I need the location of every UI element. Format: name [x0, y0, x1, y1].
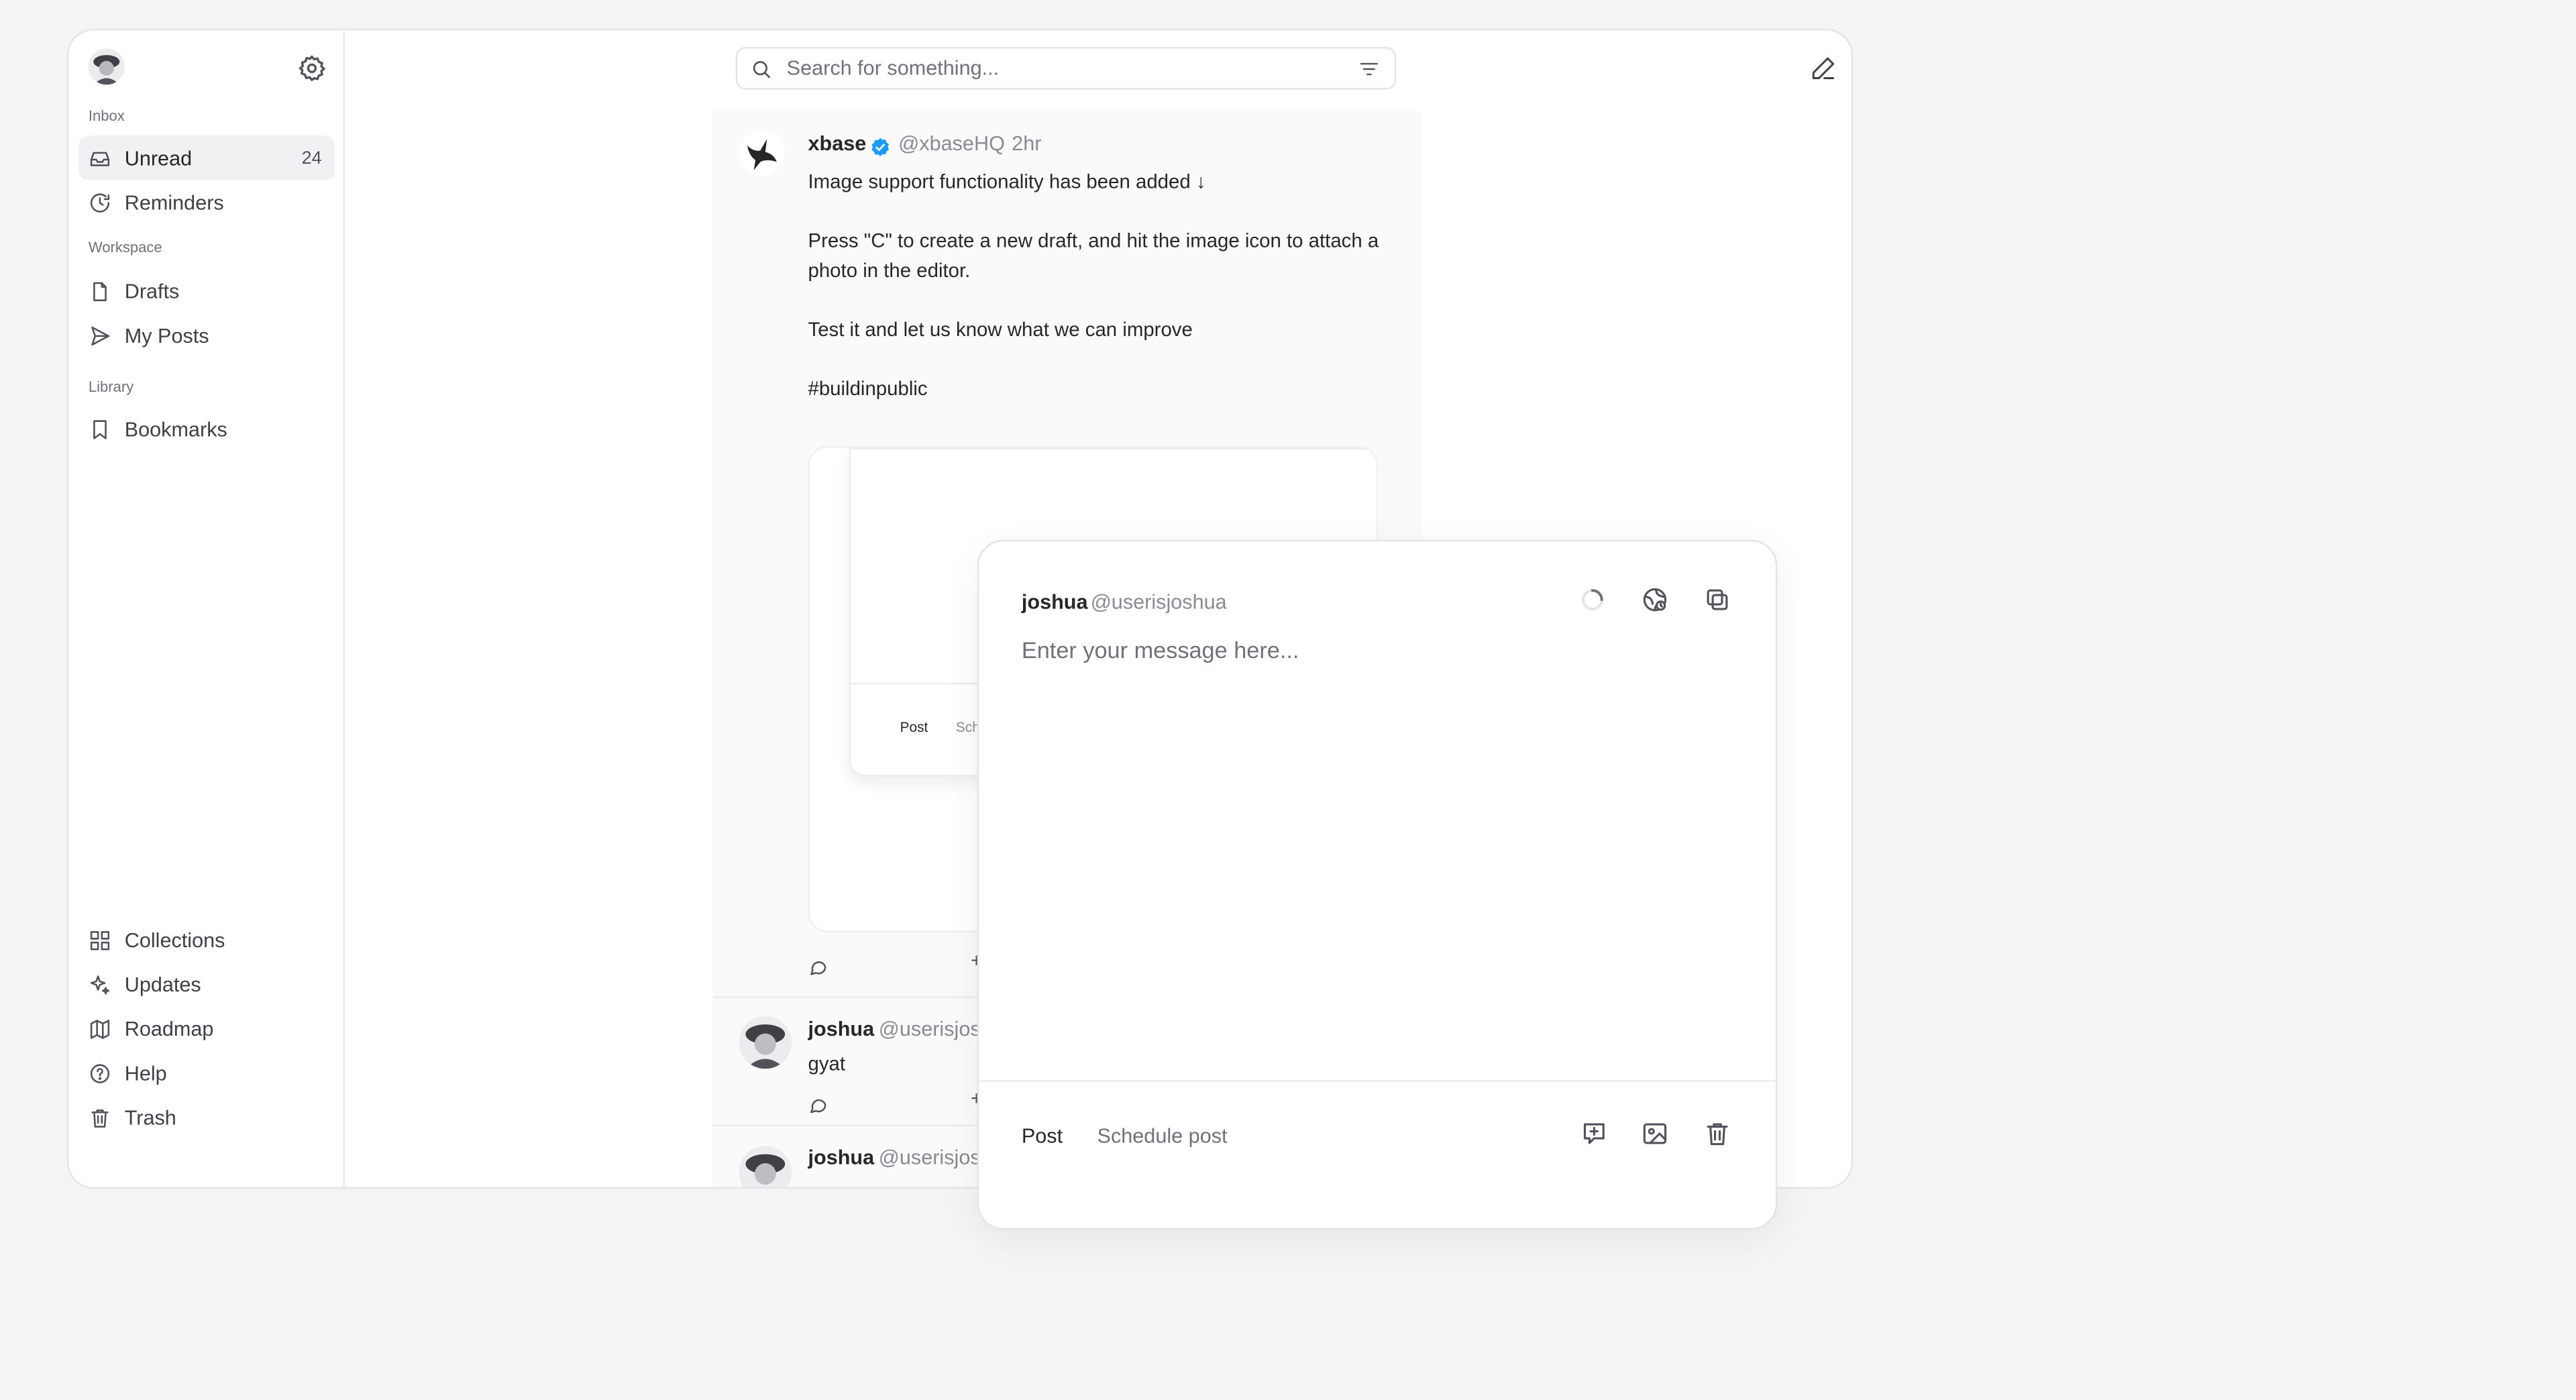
post-handle[interactable]: @userisjosh: [879, 1146, 992, 1169]
post-button[interactable]: Post: [1022, 1124, 1063, 1147]
search-icon: [751, 58, 772, 79]
joshua-avatar[interactable]: [739, 1146, 792, 1187]
sidebar-item-label: Unread: [124, 146, 193, 170]
post-paragraph: Press "C" to create a new draft, and hit…: [808, 229, 1379, 282]
reply-icon[interactable]: [808, 1093, 827, 1114]
help-icon: [89, 1061, 111, 1084]
composer-handle: @userisjoshua: [1090, 590, 1227, 614]
joshua-avatar[interactable]: [739, 1016, 792, 1069]
post-handle[interactable]: @userisjosh: [879, 1018, 992, 1040]
clock-icon: [89, 191, 111, 213]
image-icon[interactable]: [1641, 1120, 1669, 1148]
unread-count-badge: 24: [301, 148, 322, 168]
add-comment-icon[interactable]: [1580, 1120, 1609, 1148]
duplicate-icon[interactable]: [1703, 586, 1731, 614]
post-handle[interactable]: @xbaseHQ: [898, 132, 1005, 155]
sidebar-item-trash[interactable]: Trash: [78, 1095, 335, 1139]
composer-divider: [979, 1080, 1776, 1082]
grid-icon: [89, 928, 111, 951]
post-paragraph: Image support functionality has been add…: [808, 170, 1206, 193]
loading-spinner-icon: [1580, 588, 1605, 612]
verified-badge-icon: [871, 136, 890, 156]
sidebar-item-drafts[interactable]: Drafts: [78, 269, 335, 313]
compose-icon[interactable]: [1810, 55, 1836, 81]
sidebar-item-label: Updates: [124, 972, 201, 996]
post-author[interactable]: xbase: [808, 132, 866, 155]
search-input[interactable]: [783, 55, 1349, 82]
sidebar-item-reminders[interactable]: Reminders: [78, 180, 335, 224]
sidebar-item-bookmarks[interactable]: Bookmarks: [78, 407, 335, 451]
gear-icon[interactable]: [297, 54, 327, 83]
file-icon: [89, 279, 111, 302]
post-paragraph: Test it and let us know what we can impr…: [808, 318, 1193, 341]
bookmark-icon: [89, 417, 111, 440]
filter-icon[interactable]: [1358, 58, 1380, 79]
sidebar-item-label: Help: [124, 1061, 167, 1085]
sidebar-item-collections[interactable]: Collections: [78, 918, 335, 962]
sidebar-item-label: Collections: [124, 928, 225, 952]
section-label-inbox: Inbox: [88, 107, 125, 125]
post-paragraph: #buildinpublic: [808, 377, 928, 400]
map-icon: [89, 1017, 111, 1040]
trash-icon: [89, 1106, 111, 1128]
preview-post-label: Post: [900, 718, 928, 736]
post-author[interactable]: joshua: [808, 1018, 874, 1040]
sidebar-item-label: Bookmarks: [124, 417, 227, 441]
section-label-library: Library: [88, 378, 134, 396]
sidebar-item-roadmap[interactable]: Roadmap: [78, 1006, 335, 1051]
user-avatar[interactable]: [88, 48, 125, 85]
post-author[interactable]: joshua: [808, 1146, 874, 1169]
sidebar-item-help[interactable]: Help: [78, 1051, 335, 1095]
send-icon: [89, 324, 111, 347]
trash-icon[interactable]: [1703, 1120, 1731, 1148]
app-root: Inbox Unread 24 Reminders Workspace Draf…: [67, 29, 2093, 1230]
post-body: Image support functionality has been add…: [808, 167, 1383, 404]
section-label-workspace: Workspace: [88, 239, 162, 256]
sidebar-item-updates[interactable]: Updates: [78, 962, 335, 1006]
schedule-post-button[interactable]: Schedule post: [1097, 1124, 1228, 1147]
post-time: 2hr: [1012, 132, 1042, 156]
sidebar-item-unread[interactable]: Unread 24: [78, 136, 335, 180]
sidebar-item-label: My Posts: [124, 323, 209, 347]
message-input[interactable]: [1021, 637, 1712, 1048]
composer-author: joshua: [1021, 590, 1088, 614]
reply-icon[interactable]: [808, 955, 827, 975]
sidebar-item-my-posts[interactable]: My Posts: [78, 313, 335, 358]
sidebar-item-label: Drafts: [124, 279, 180, 303]
preview-schedule-label: Sch: [955, 718, 980, 736]
sidebar: Inbox Unread 24 Reminders Workspace Draf…: [68, 30, 345, 1187]
xbase-avatar[interactable]: [739, 130, 786, 177]
search-bar[interactable]: [735, 46, 1397, 90]
sidebar-item-label: Trash: [124, 1106, 176, 1129]
character-count-icon[interactable]: [1641, 586, 1669, 614]
sparkle-icon: [89, 973, 111, 995]
composer-panel: joshua @userisjoshua Post Schedule post: [977, 539, 1778, 1230]
inbox-icon: [89, 146, 111, 169]
sidebar-item-label: Reminders: [124, 191, 224, 214]
sidebar-item-label: Roadmap: [124, 1017, 214, 1040]
